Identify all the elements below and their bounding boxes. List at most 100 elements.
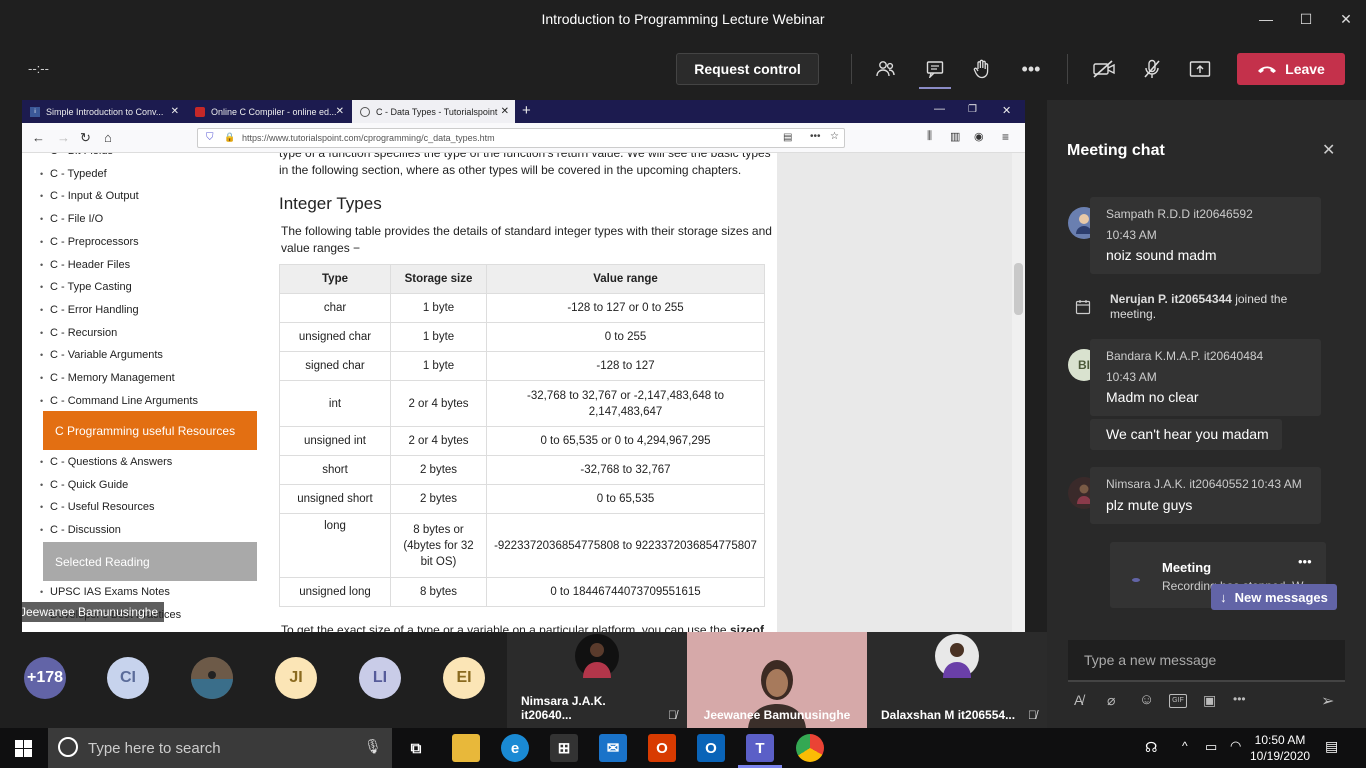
share-screen-icon[interactable] (1185, 54, 1215, 84)
more-options-icon[interactable]: ••• (1016, 54, 1046, 84)
leave-button[interactable]: Leave (1237, 53, 1345, 85)
forward-icon[interactable]: → (57, 130, 70, 145)
outlook-icon[interactable]: O (697, 734, 725, 762)
more-compose-icon[interactable]: ••• (1233, 692, 1246, 706)
url-field[interactable]: ⛉ 🔒 https://www.tutorialspoint.com/cprog… (197, 128, 845, 148)
format-icon[interactable]: A̸ (1074, 692, 1083, 708)
sidebar-link[interactable]: UPSC IAS Exams Notes (40, 586, 170, 598)
table-cell: 1 byte (390, 322, 487, 352)
sidebar-link[interactable]: C - Memory Management (40, 372, 175, 384)
presenter-video-tile[interactable]: Jeewanee Bamunusinghe (687, 632, 867, 728)
task-view-icon[interactable]: ⧉ (402, 734, 430, 762)
close-window-button[interactable]: ✕ (1326, 0, 1366, 38)
more-participants-badge[interactable]: +178 (24, 657, 66, 699)
menu-icon[interactable]: ≡ (1002, 130, 1009, 144)
sidebar-link[interactable]: C - Discussion (40, 524, 121, 536)
taskbar-search-box[interactable]: Type here to search 🎙 (48, 728, 392, 768)
scrollbar-thumb[interactable] (1014, 263, 1023, 315)
microphone-icon[interactable]: 🎙 (364, 738, 382, 755)
mic-muted-icon: 🎙̸ (1028, 708, 1037, 722)
sidebar-icon[interactable]: ▥ (950, 130, 960, 143)
sidebar-link[interactable]: C - File I/O (40, 213, 103, 225)
sidebar-link[interactable]: C - Header Files (40, 259, 130, 271)
sidebar-link[interactable]: C - Questions & Answers (40, 456, 172, 468)
sidebar-link[interactable]: C - Recursion (40, 327, 117, 339)
edge-icon[interactable]: e (501, 734, 529, 762)
close-tab-icon[interactable]: ✕ (501, 106, 509, 117)
library-icon[interactable]: ⫼ (927, 130, 932, 143)
participant-video-tile[interactable]: Dalaxshan M it206554... 🎙̸ (867, 632, 1047, 728)
sticker-icon[interactable]: ▣ (1203, 692, 1216, 709)
close-tab-icon[interactable]: ✕ (336, 106, 344, 117)
close-tab-icon[interactable]: ✕ (171, 106, 179, 117)
page-actions-icon[interactable]: ••• (810, 131, 821, 142)
account-icon[interactable]: ◉ (974, 130, 984, 143)
table-header-cell: Value range (486, 264, 765, 294)
sidebar-link[interactable]: C - Variable Arguments (40, 349, 163, 361)
chrome-icon[interactable] (796, 734, 824, 762)
new-messages-button[interactable]: ↓ New messages (1211, 584, 1337, 610)
office-icon[interactable]: O (648, 734, 676, 762)
browser-tab-active[interactable]: C - Data Types - Tutorialspoint ✕ (352, 100, 515, 123)
bookmark-icon[interactable]: ☆ (830, 131, 839, 142)
participant-avatar[interactable]: EI (443, 657, 485, 699)
toolbar-divider (851, 54, 852, 84)
sidebar-link[interactable]: C - Error Handling (40, 304, 139, 316)
notifications-icon[interactable]: ▤ (1325, 738, 1338, 755)
table-cell: char (279, 293, 391, 323)
file-explorer-icon[interactable] (452, 734, 480, 762)
sidebar-link[interactable]: C - Input & Output (40, 190, 139, 202)
reader-view-icon[interactable]: ▤ (783, 132, 792, 143)
sidebar-link[interactable]: C - Useful Resources (40, 501, 155, 513)
chat-title: Meeting chat (1067, 142, 1165, 159)
windows-start-icon[interactable] (15, 740, 32, 762)
battery-icon[interactable]: ▭ (1205, 739, 1217, 755)
sidebar-link[interactable]: C - Typedef (40, 168, 107, 180)
emoji-icon[interactable]: ☺ (1139, 691, 1154, 708)
sidebar-link[interactable]: C - Type Casting (40, 281, 132, 293)
sidebar-link[interactable]: C - Command Line Arguments (40, 395, 198, 407)
participant-avatar-photo[interactable] (191, 657, 233, 699)
send-icon[interactable]: ➢ (1321, 691, 1334, 711)
tray-chevron-icon[interactable]: ^ (1182, 739, 1188, 753)
browser-close-icon[interactable]: ✕ (1002, 104, 1011, 117)
participants-icon[interactable] (871, 54, 901, 84)
raise-hand-icon[interactable] (967, 54, 997, 84)
participant-avatar[interactable]: CI (107, 657, 149, 699)
table-cell: 1 byte (390, 351, 487, 381)
card-more-icon[interactable]: ••• (1298, 554, 1312, 569)
gif-icon[interactable]: GIF (1169, 694, 1187, 708)
teams-icon[interactable]: T (746, 734, 774, 762)
store-icon[interactable]: ⊞ (550, 734, 578, 762)
taskbar-clock[interactable]: 10:50 AM 10/19/2020 (1250, 732, 1310, 764)
sidebar-link[interactable]: C - Preprocessors (40, 236, 139, 248)
browser-tab[interactable]: i Simple Introduction to Conv... ✕ (22, 100, 185, 123)
chat-icon[interactable] (920, 54, 950, 84)
sidebar-link[interactable]: C - Quick Guide (40, 479, 128, 491)
reload-icon[interactable]: ↻ (80, 130, 91, 146)
mic-off-icon[interactable] (1137, 54, 1167, 84)
home-icon[interactable]: ⌂ (104, 130, 112, 145)
browser-tab[interactable]: Online C Compiler - online ed... ✕ (187, 100, 350, 123)
table-cell: -32,768 to 32,767 or -2,147,483,648 to 2… (486, 380, 765, 427)
participant-video-tile[interactable]: Nimsara J.A.K. it20640... 🎙̸ (507, 632, 687, 728)
browser-restore-icon[interactable]: ❐ (968, 104, 977, 115)
participant-avatar[interactable]: LI (359, 657, 401, 699)
compiler-icon (195, 106, 205, 117)
participant-avatar[interactable]: JI (275, 657, 317, 699)
people-icon[interactable]: ☊ (1145, 739, 1157, 756)
mail-icon[interactable]: ✉ (599, 734, 627, 762)
page-scrollbar[interactable] (1012, 153, 1025, 632)
browser-minimize-icon[interactable]: — (934, 103, 945, 115)
request-control-button[interactable]: Request control (676, 53, 819, 85)
close-chat-icon[interactable]: ✕ (1322, 140, 1335, 160)
back-icon[interactable]: ← (32, 130, 45, 145)
attach-icon[interactable]: ⌀ (1107, 692, 1115, 709)
minimize-button[interactable]: — (1246, 0, 1286, 38)
maximize-button[interactable]: ☐ (1286, 0, 1326, 38)
camera-off-icon[interactable] (1089, 54, 1119, 84)
wifi-icon[interactable]: ◠ (1230, 738, 1241, 754)
message-compose-input[interactable]: Type a new message (1068, 640, 1345, 682)
new-tab-icon[interactable]: + (522, 102, 531, 119)
sidebar-link[interactable]: C - Bit Fields (40, 153, 113, 157)
